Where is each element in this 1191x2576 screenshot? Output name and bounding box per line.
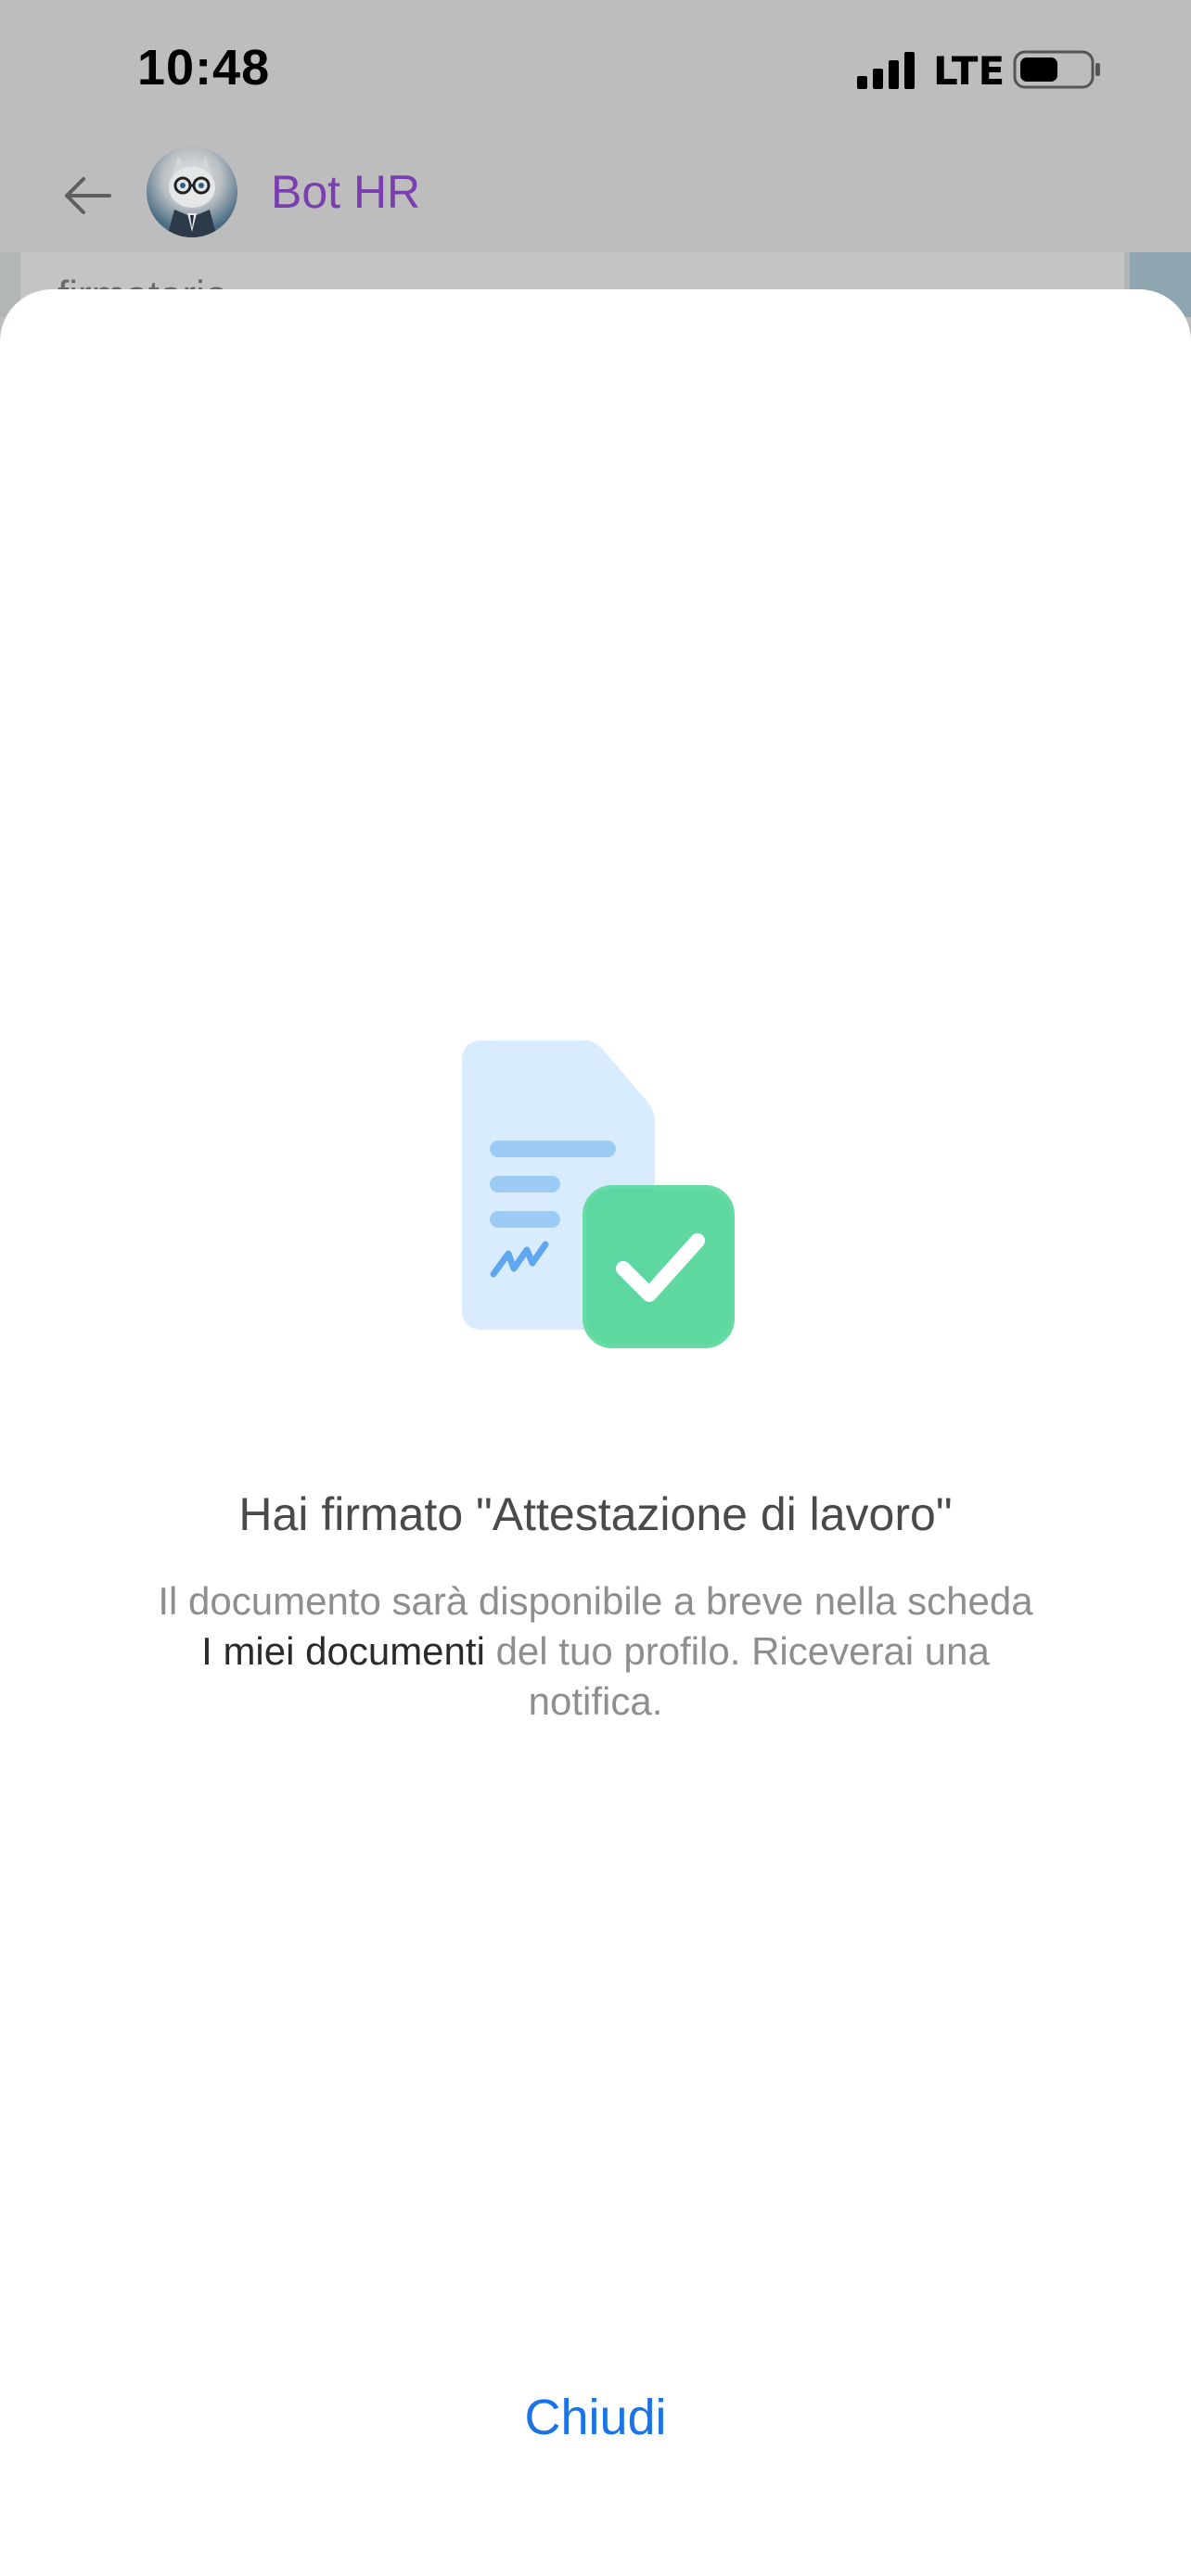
confirmation-sheet: Hai firmato "Attestazione di lavoro" Il … xyxy=(0,289,1191,2576)
sheet-title: Hai firmato "Attestazione di lavoro" xyxy=(238,1488,953,1540)
chat-title: Bot HR xyxy=(271,166,421,218)
network-type: LTE xyxy=(933,48,1005,94)
signal-bars-icon xyxy=(857,52,915,89)
back-arrow-icon[interactable] xyxy=(61,172,113,219)
message-text-start: Il documento sarà disponibile a breve ne… xyxy=(158,1579,1033,1623)
close-button[interactable]: Chiudi xyxy=(456,2376,735,2459)
message-text-end: del tuo profilo. Riceverai una notifica. xyxy=(484,1629,990,1723)
chat-header: Bot HR xyxy=(0,139,1191,255)
battery-icon xyxy=(1013,50,1100,89)
my-documents-link: I miei documenti xyxy=(201,1629,485,1673)
screen: 10:48 LTE Bot HR Hai firmato "Attestazio… xyxy=(0,0,1191,2576)
status-time: 10:48 xyxy=(137,40,271,96)
signed-document-check-icon xyxy=(462,1040,735,1348)
status-bar: 10:48 LTE xyxy=(0,0,1191,139)
sheet-message: Il documento sarà disponibile a breve ne… xyxy=(148,1576,1043,1727)
bot-avatar-cat-icon[interactable] xyxy=(147,147,237,237)
